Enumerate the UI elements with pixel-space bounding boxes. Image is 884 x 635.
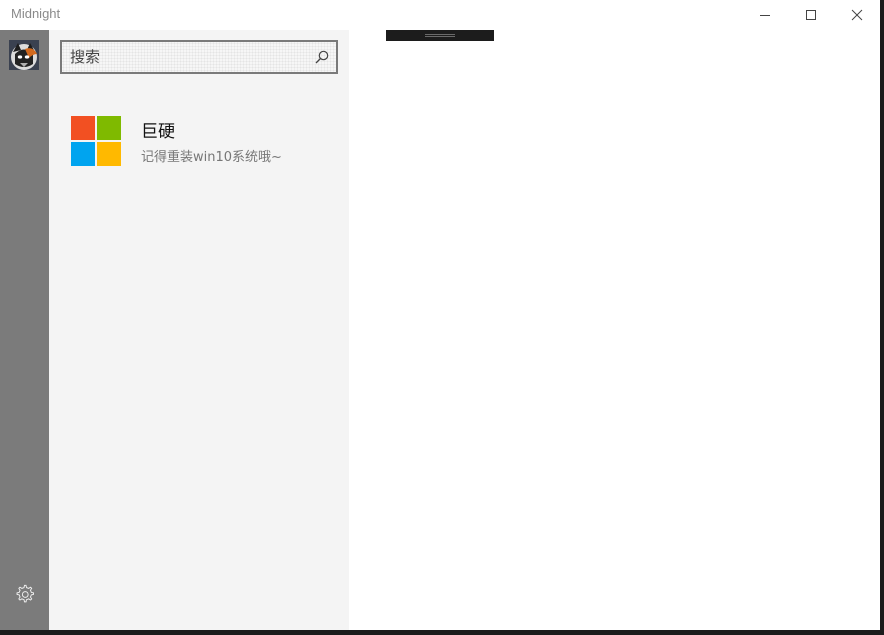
- drag-handle[interactable]: [386, 30, 494, 41]
- maximize-icon: [806, 10, 816, 20]
- nav-rail: [0, 30, 49, 630]
- close-icon: [851, 9, 863, 21]
- app-title: Midnight: [11, 6, 61, 21]
- search-box: [60, 40, 338, 74]
- chat-area: [349, 30, 880, 630]
- list-item[interactable]: 巨硬 记得重装win10系统哦~: [49, 103, 349, 173]
- microsoft-logo-icon: [71, 116, 121, 166]
- conversation-list: 巨硬 记得重装win10系统哦~: [49, 30, 349, 630]
- app-window: Midnight 搜索 巨硬 记得重装win10系统哦~: [0, 0, 880, 630]
- last-message-preview: 记得重装win10系统哦~: [141, 150, 282, 165]
- drag-grip-line: [425, 36, 455, 37]
- close-button[interactable]: [834, 0, 880, 30]
- drag-grip-line: [425, 34, 455, 35]
- title-bar[interactable]: Midnight: [0, 0, 880, 30]
- minimize-button[interactable]: [742, 0, 788, 30]
- user-avatar[interactable]: [9, 40, 39, 70]
- contact-name: 巨硬: [141, 122, 175, 142]
- maximize-button[interactable]: [788, 0, 834, 30]
- minimize-icon: [760, 15, 770, 16]
- settings-button[interactable]: [13, 583, 36, 606]
- gear-icon: [16, 584, 34, 603]
- search-input[interactable]: [70, 42, 300, 72]
- search-icon[interactable]: [314, 49, 330, 65]
- avatar-image: [9, 40, 39, 70]
